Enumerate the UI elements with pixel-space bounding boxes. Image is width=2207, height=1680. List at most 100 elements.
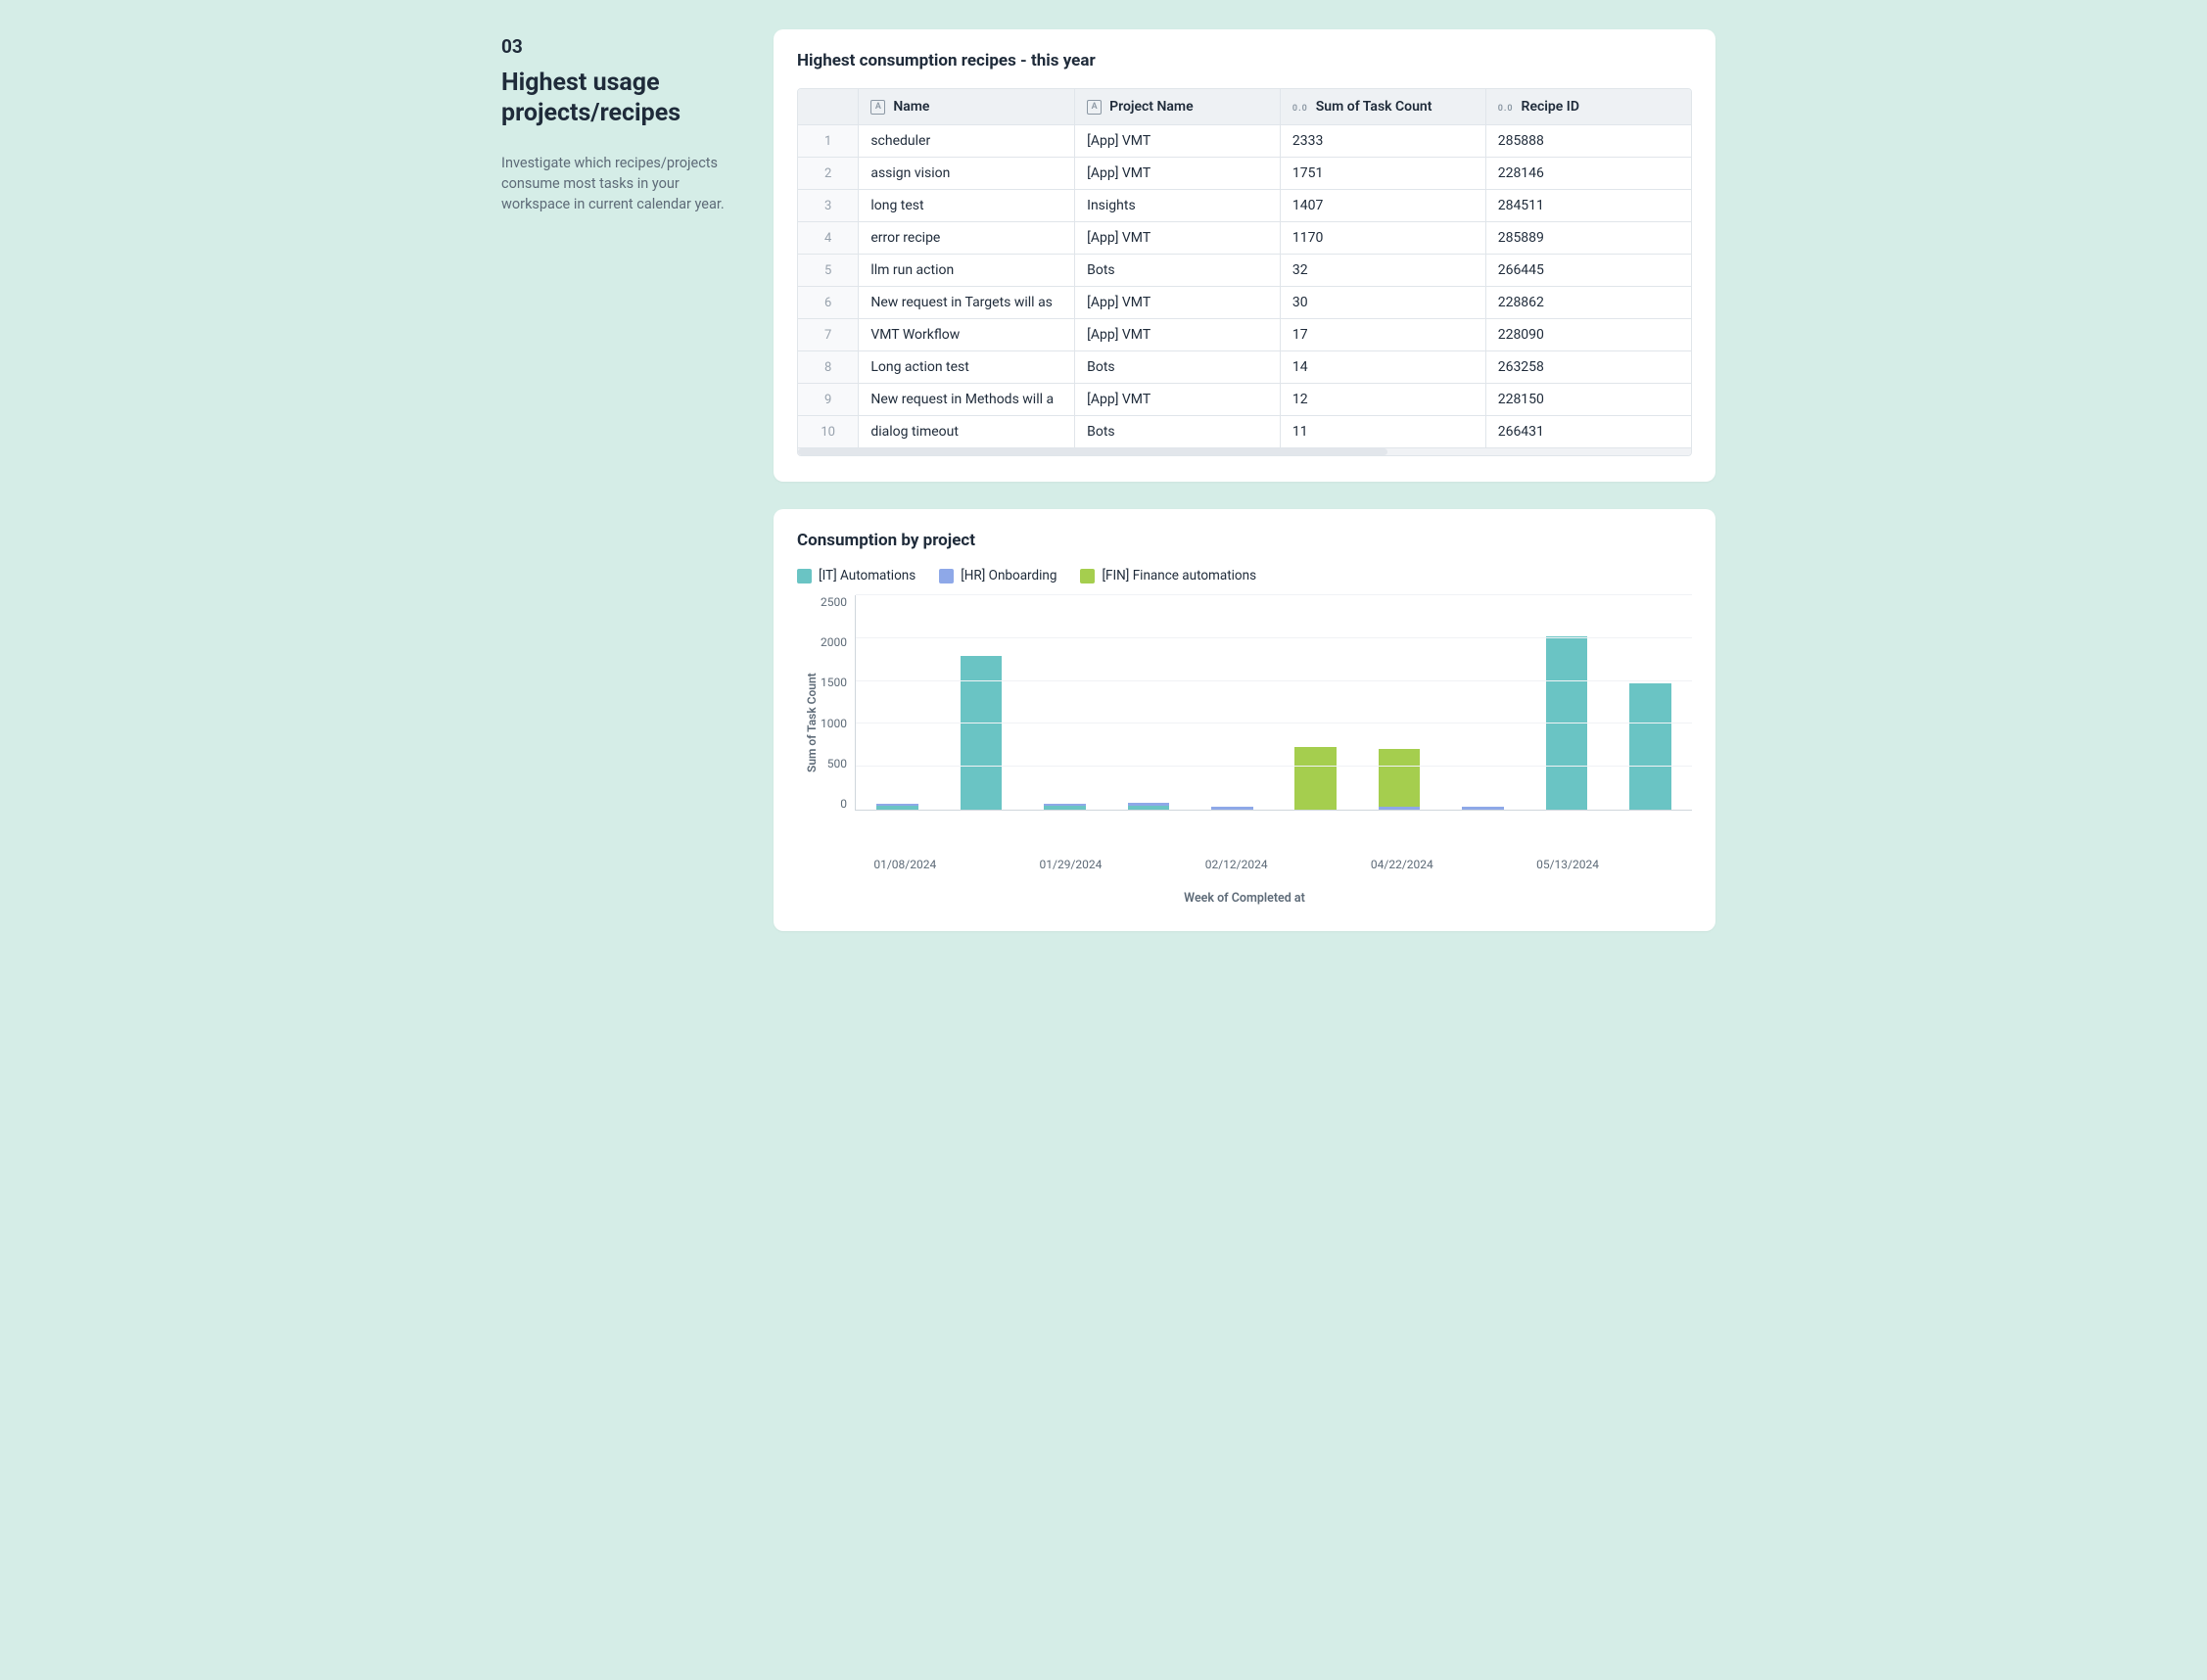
bar-segment (1379, 749, 1421, 807)
table-row[interactable]: 7VMT Workflow[App] VMT17228090 (798, 319, 1691, 351)
row-number: 7 (798, 319, 859, 351)
cell-task-count: 17 (1280, 319, 1485, 351)
cell-name: long test (859, 190, 1075, 222)
bar-group (1191, 595, 1274, 810)
cell-recipe-id: 228150 (1485, 384, 1691, 416)
cell-task-count: 2333 (1280, 125, 1485, 158)
table-row[interactable]: 8Long action testBots14263258 (798, 351, 1691, 384)
recipes-table: AName AProject Name 0.0Sum of Task Count… (797, 88, 1692, 456)
x-axis-label: Week of Completed at (797, 891, 1692, 906)
cell-name: New request in Methods will a (859, 384, 1075, 416)
section-number: 03 (501, 35, 746, 58)
table-row[interactable]: 6New request in Targets will as[App] VMT… (798, 287, 1691, 319)
column-header-recipe-id[interactable]: 0.0Recipe ID (1485, 89, 1691, 125)
bar[interactable] (1462, 807, 1504, 810)
table-row[interactable]: 3long testInsights1407284511 (798, 190, 1691, 222)
bar-segment (1379, 807, 1421, 810)
bar-segment (1211, 807, 1253, 810)
x-tick-label (1112, 858, 1196, 871)
cell-recipe-id: 285889 (1485, 222, 1691, 255)
row-number-header (798, 89, 859, 125)
gridline (856, 637, 1692, 638)
cell-recipe-id: 228146 (1485, 158, 1691, 190)
gridline (856, 594, 1692, 595)
bar[interactable] (1629, 683, 1671, 810)
bar-group (856, 595, 939, 810)
cell-project: Bots (1075, 351, 1281, 384)
x-tick-label: 04/22/2024 (1361, 858, 1444, 871)
bar[interactable] (1044, 804, 1086, 810)
legend-item[interactable]: [FIN] Finance automations (1080, 568, 1256, 583)
x-tick-label (1609, 858, 1692, 871)
table-row[interactable]: 4error recipe[App] VMT1170285889 (798, 222, 1691, 255)
y-tick-label: 2000 (821, 635, 847, 649)
cell-project: [App] VMT (1075, 158, 1281, 190)
x-tick-label (1278, 858, 1361, 871)
column-header-project[interactable]: AProject Name (1075, 89, 1281, 125)
cell-task-count: 14 (1280, 351, 1485, 384)
text-type-icon: A (1087, 100, 1102, 115)
bar-group (1441, 595, 1525, 810)
cell-project: Bots (1075, 255, 1281, 287)
cell-name: Long action test (859, 351, 1075, 384)
table-row[interactable]: 2assign vision[App] VMT1751228146 (798, 158, 1691, 190)
bar[interactable] (876, 804, 918, 810)
table-row[interactable]: 10dialog timeoutBots11266431 (798, 416, 1691, 448)
text-type-icon: A (870, 100, 885, 115)
table-row[interactable]: 9New request in Methods will a[App] VMT1… (798, 384, 1691, 416)
highest-consumption-table-card: Highest consumption recipes - this year … (774, 29, 1715, 482)
legend-item[interactable]: [IT] Automations (797, 568, 916, 583)
bar-group (1274, 595, 1357, 810)
row-number: 1 (798, 125, 859, 158)
x-tick-label (947, 858, 1030, 871)
bar-group (1609, 595, 1692, 810)
sidebar: 03 Highest usage projects/recipes Invest… (492, 29, 746, 931)
card-title: Consumption by project (797, 531, 1692, 550)
row-number: 2 (798, 158, 859, 190)
section-description: Investigate which recipes/projects consu… (501, 153, 736, 214)
bar[interactable] (1128, 803, 1170, 810)
legend-item[interactable]: [HR] Onboarding (939, 568, 1057, 583)
cell-name: dialog timeout (859, 416, 1075, 448)
cell-recipe-id: 266445 (1485, 255, 1691, 287)
table-row[interactable]: 1scheduler[App] VMT2333285888 (798, 125, 1691, 158)
column-header-task-count[interactable]: 0.0Sum of Task Count (1280, 89, 1485, 125)
bar[interactable] (1211, 807, 1253, 810)
cell-project: Bots (1075, 416, 1281, 448)
y-axis-ticks: 25002000150010005000 (819, 595, 855, 811)
cell-project: [App] VMT (1075, 222, 1281, 255)
bar-segment (1128, 806, 1170, 810)
bar-segment (1629, 683, 1671, 810)
cell-recipe-id: 284511 (1485, 190, 1691, 222)
card-title: Highest consumption recipes - this year (797, 51, 1692, 70)
cell-recipe-id: 266431 (1485, 416, 1691, 448)
cell-name: assign vision (859, 158, 1075, 190)
horizontal-scrollbar[interactable] (798, 447, 1691, 455)
bar-segment (876, 806, 918, 810)
y-tick-label: 1000 (821, 717, 847, 730)
bar[interactable] (1294, 747, 1337, 810)
gridline (856, 766, 1692, 767)
horizontal-scrollbar-thumb[interactable] (798, 448, 1387, 455)
table-row[interactable]: 5llm run actionBots32266445 (798, 255, 1691, 287)
bar[interactable] (1379, 749, 1421, 810)
legend-swatch (797, 569, 812, 583)
consumption-by-project-chart-card: Consumption by project [IT] Automations [… (774, 509, 1715, 931)
legend-swatch (939, 569, 954, 583)
row-number: 3 (798, 190, 859, 222)
cell-name: VMT Workflow (859, 319, 1075, 351)
legend-swatch (1080, 569, 1095, 583)
column-header-name[interactable]: AName (859, 89, 1075, 125)
y-axis-label: Sum of Task Count (801, 595, 819, 850)
number-type-icon: 0.0 (1292, 104, 1308, 114)
bar-group (1023, 595, 1106, 810)
x-tick-label (1443, 858, 1526, 871)
cell-name: New request in Targets will as (859, 287, 1075, 319)
y-tick-label: 500 (827, 757, 847, 770)
legend-label: [HR] Onboarding (961, 568, 1057, 583)
cell-project: [App] VMT (1075, 384, 1281, 416)
cell-name: scheduler (859, 125, 1075, 158)
bar-segment (1462, 807, 1504, 810)
row-number: 5 (798, 255, 859, 287)
cell-recipe-id: 263258 (1485, 351, 1691, 384)
